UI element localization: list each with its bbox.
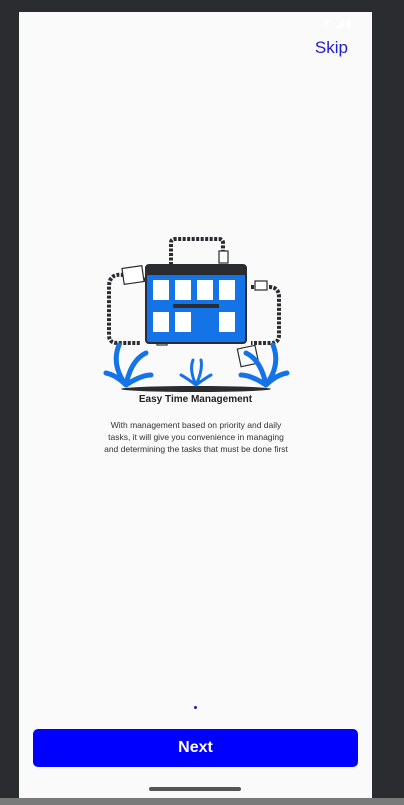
calendar-time-management-illustration xyxy=(103,237,290,392)
next-button[interactable]: Next xyxy=(33,729,358,767)
page-indicator-dot xyxy=(194,706,197,709)
bottom-edge xyxy=(0,798,404,805)
onboarding-description: With management based on priority and da… xyxy=(104,420,288,454)
home-indicator[interactable] xyxy=(149,787,241,791)
skip-button[interactable]: Skip xyxy=(315,38,348,58)
status-bar: ▼◢▮ xyxy=(29,16,354,32)
page-indicator xyxy=(19,696,372,714)
onboarding-title: Easy Time Management xyxy=(138,394,253,405)
status-icons: ▼◢▮ xyxy=(320,16,354,30)
app-screen: ▼◢▮ Skip Easy Time Management With manag… xyxy=(19,12,372,798)
